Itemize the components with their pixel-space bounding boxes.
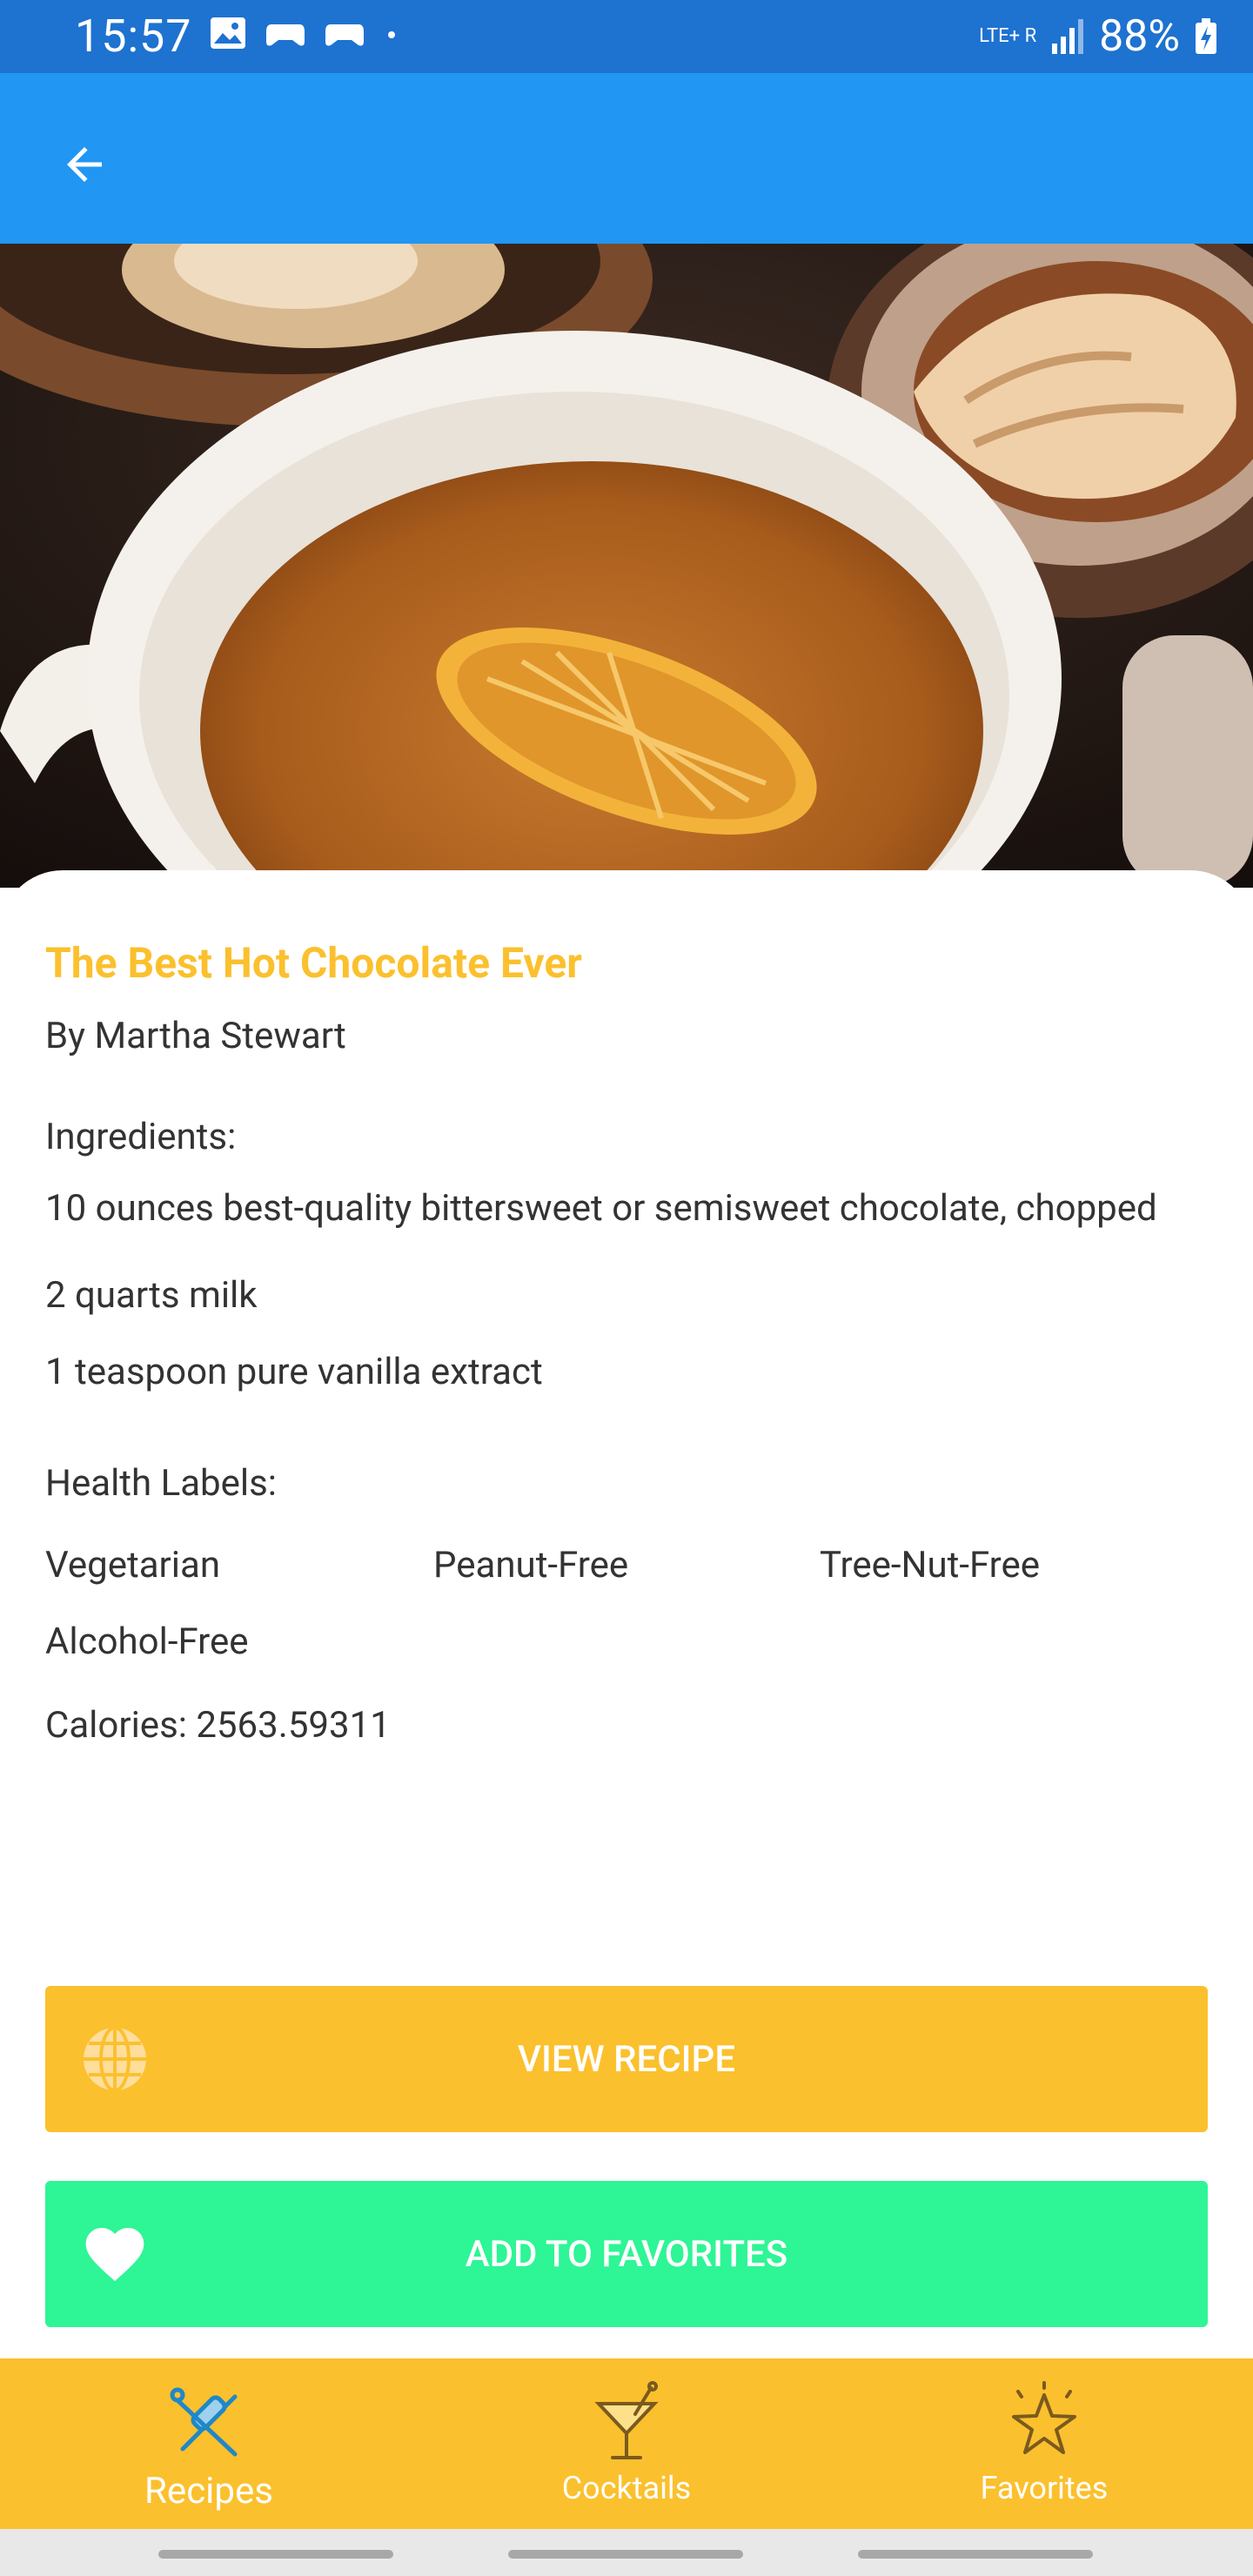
nav-favorites[interactable]: Favorites	[835, 2358, 1253, 2529]
game-controller-icon	[325, 24, 364, 46]
globe-icon	[84, 2026, 146, 2092]
back-button[interactable]	[45, 125, 124, 204]
star-icon	[1012, 2381, 1076, 2454]
ingredient-item: 2 quarts milk	[45, 1274, 258, 1317]
cocktail-icon	[594, 2381, 659, 2459]
signal-icon	[1052, 19, 1084, 54]
health-label-item: Alcohol-Free	[45, 1620, 249, 1663]
recipe-title: The Best Hot Chocolate Ever	[45, 938, 582, 988]
back-system-button[interactable]	[858, 2550, 1093, 2559]
dot-icon	[388, 31, 395, 38]
health-labels-label: Health Labels:	[45, 1462, 277, 1505]
notification-icons	[209, 16, 400, 50]
recipe-author: By Martha Stewart	[45, 1015, 346, 1057]
nav-favorites-label: Favorites	[980, 2470, 1109, 2506]
ingredients-label: Ingredients:	[45, 1116, 237, 1158]
add-to-favorites-label: ADD TO FAVORITES	[465, 2232, 788, 2276]
hot-drink-illustration	[0, 244, 1253, 888]
add-to-favorites-button[interactable]: ADD TO FAVORITES	[45, 2181, 1208, 2327]
game-controller-icon	[266, 24, 305, 46]
system-navigation-bar	[0, 2529, 1253, 2576]
status-right: LTE+ R 88%	[979, 9, 1218, 64]
battery-percent: 88%	[1099, 11, 1180, 62]
view-recipe-label: VIEW RECIPE	[517, 2037, 736, 2081]
ingredient-item: 10 ounces best-quality bittersweet or se…	[45, 1187, 1157, 1230]
nav-recipes-label: Recipes	[144, 2470, 273, 2512]
home-button[interactable]	[508, 2550, 743, 2559]
nav-cocktails-label: Cocktails	[561, 2470, 692, 2506]
rolling-pin-icon	[170, 2387, 238, 2457]
health-label-item: Tree-Nut-Free	[820, 1544, 1041, 1587]
heart-icon	[85, 2228, 144, 2282]
bottom-navigation: Recipes Cocktails Favorites	[0, 2358, 1253, 2529]
view-recipe-button[interactable]: VIEW RECIPE	[45, 1986, 1208, 2132]
arrow-back-icon	[67, 147, 102, 182]
recipe-card	[0, 870, 1253, 2357]
health-label-item: Vegetarian	[45, 1544, 221, 1587]
app-bar	[0, 73, 1253, 244]
health-label-item: Peanut-Free	[433, 1544, 629, 1587]
recents-button[interactable]	[158, 2550, 393, 2559]
nav-cocktails[interactable]: Cocktails	[418, 2358, 835, 2529]
status-bar: 15:57 LTE+ R 88%	[0, 0, 1253, 73]
calories-text: Calories: 2563.59311	[45, 1704, 391, 1747]
ingredient-item: 1 teaspoon pure vanilla extract	[45, 1351, 543, 1393]
network-type: LTE+ R	[979, 25, 1037, 47]
recipe-image	[0, 244, 1253, 888]
gallery-icon	[211, 17, 245, 49]
battery-charging-icon	[1196, 18, 1216, 54]
status-time: 15:57	[75, 10, 192, 63]
nav-recipes[interactable]: Recipes	[0, 2358, 418, 2529]
